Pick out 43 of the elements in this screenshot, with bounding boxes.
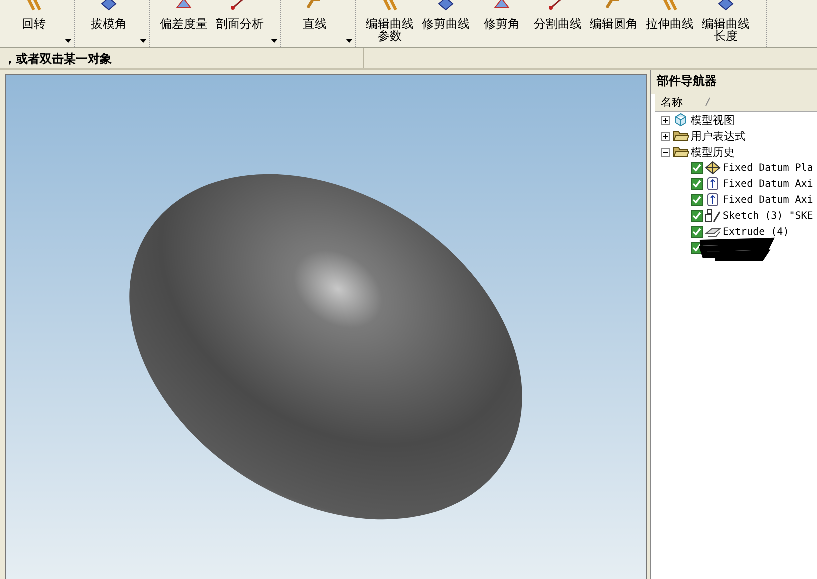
- tree-item[interactable]: Fixed Datum Axi: [723, 194, 814, 206]
- folder-icon: [673, 145, 689, 159]
- collapse-icon[interactable]: [661, 148, 670, 156]
- checkbox[interactable]: [691, 226, 703, 238]
- plane-icon: [705, 161, 721, 175]
- axis-icon: [705, 193, 721, 207]
- dropdown-caret-icon[interactable]: [346, 39, 353, 43]
- panel-title: 部件导航器: [651, 70, 817, 94]
- toolbar-button[interactable]: 偏差度量: [156, 0, 212, 47]
- tree-item[interactable]: 用户表达式: [691, 128, 746, 144]
- tree-item[interactable]: 模型历史: [691, 144, 735, 160]
- tree-item[interactable]: Sketch (3) "SKE: [723, 210, 814, 222]
- tree-item[interactable]: Extrude (4): [723, 226, 790, 238]
- sketch-icon: [705, 209, 721, 223]
- checkbox[interactable]: [691, 194, 703, 206]
- folder-icon: [673, 129, 689, 143]
- toolbar-button[interactable]: 编辑曲线 参数: [362, 0, 418, 47]
- status-prompt: ，或者双击某一对象: [3, 51, 113, 68]
- expand-icon[interactable]: [661, 132, 670, 140]
- axis-icon: [705, 177, 721, 191]
- dropdown-caret-icon[interactable]: [65, 39, 72, 43]
- toolbar-button[interactable]: 回转: [6, 0, 62, 47]
- column-header[interactable]: 名称: [661, 95, 683, 110]
- checkbox[interactable]: [691, 178, 703, 190]
- toolbar-button[interactable]: 拔模角: [81, 0, 137, 47]
- toolbar-button[interactable]: 编辑圆角: [586, 0, 642, 47]
- toolbar-button[interactable]: 修剪曲线: [418, 0, 474, 47]
- dropdown-caret-icon[interactable]: [140, 39, 147, 43]
- sort-icon: [705, 97, 711, 106]
- toolbar-button[interactable]: 编辑曲线 长度: [698, 0, 754, 47]
- tree-item[interactable]: 模型视图: [691, 112, 735, 128]
- toolbar-button[interactable]: 修剪角: [474, 0, 530, 47]
- checkbox[interactable]: [691, 210, 703, 222]
- toolbar-button[interactable]: 拉伸曲线: [642, 0, 698, 47]
- checkbox[interactable]: [691, 162, 703, 174]
- toolbar-button[interactable]: 直线: [287, 0, 343, 47]
- toolbar-button[interactable]: 分割曲线: [530, 0, 586, 47]
- toolbar-button[interactable]: 剖面分析: [212, 0, 268, 47]
- dropdown-caret-icon[interactable]: [271, 39, 278, 43]
- tree-item[interactable]: Fixed Datum Pla: [723, 162, 814, 174]
- tree-item[interactable]: Fixed Datum Axi: [723, 178, 814, 190]
- expand-icon[interactable]: [661, 116, 670, 124]
- cube-icon: [673, 113, 689, 127]
